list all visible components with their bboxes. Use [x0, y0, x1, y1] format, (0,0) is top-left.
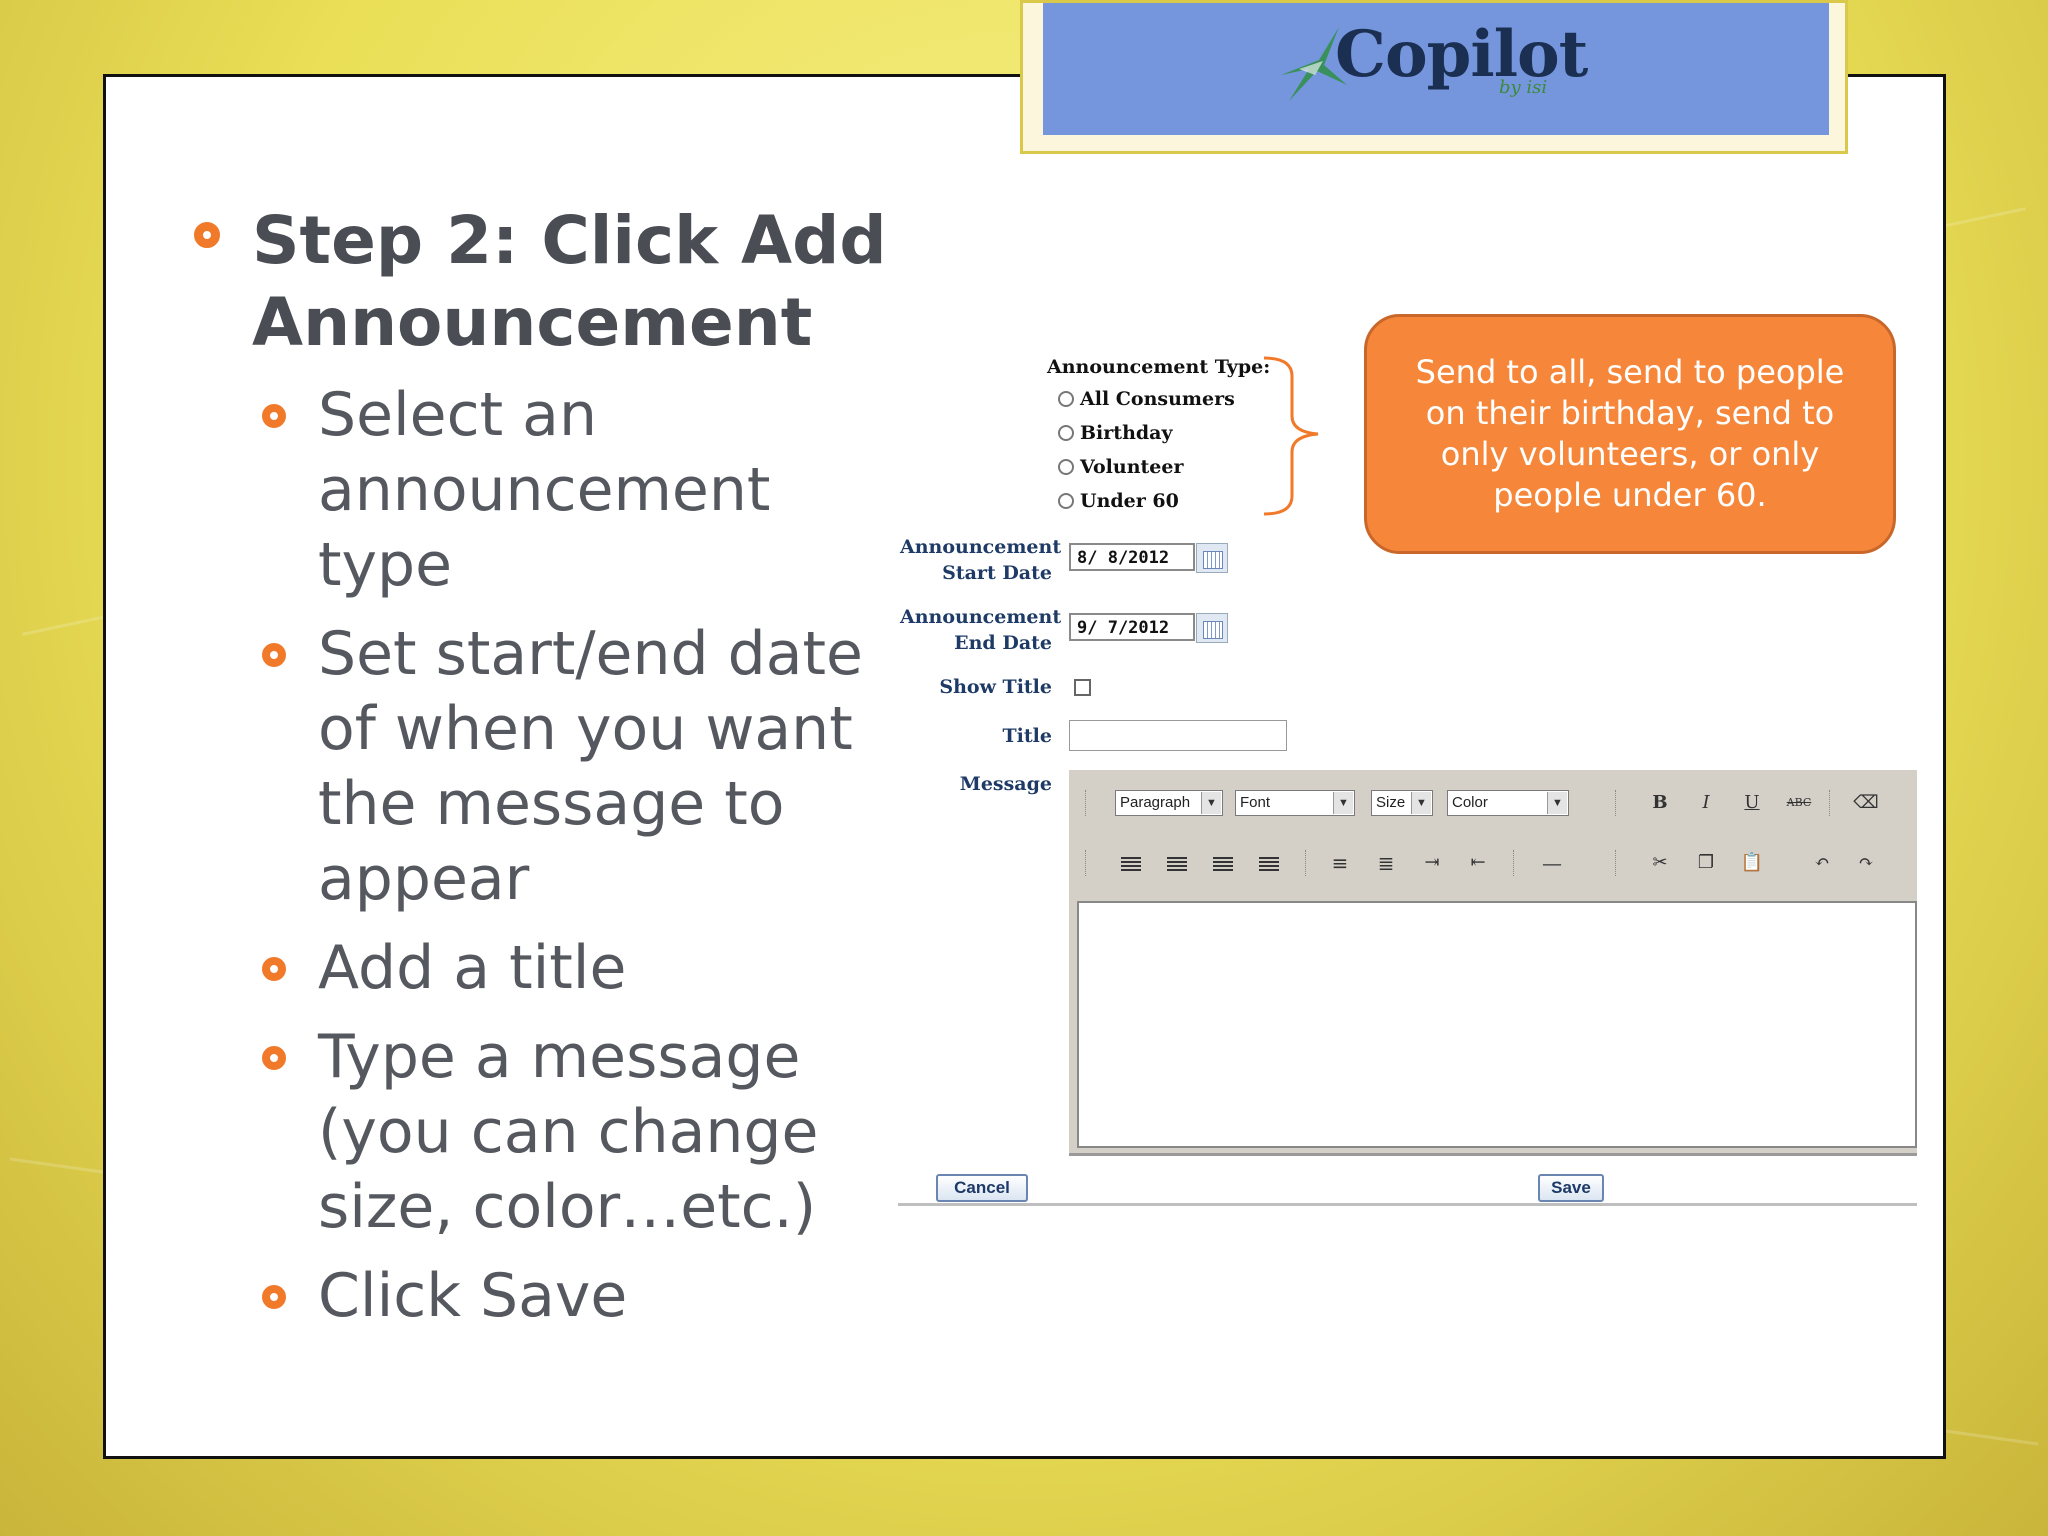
radio-icon[interactable] [1058, 493, 1074, 509]
message-label: Message [959, 773, 1052, 795]
outdent-icon[interactable]: ⇤ [1465, 850, 1491, 876]
title-label: Title [1002, 725, 1052, 747]
radio-volunteer[interactable]: Volunteer [1058, 456, 1183, 478]
numbered-list-icon[interactable]: ≣ [1373, 850, 1399, 876]
radio-label: Birthday [1080, 422, 1173, 444]
callout-text: Send to all, send to people on their bir… [1415, 353, 1845, 514]
eraser-icon[interactable]: ⌫ [1853, 790, 1879, 816]
start-date-input[interactable]: 8/ 8/2012 [1069, 543, 1195, 571]
radio-label: Volunteer [1080, 456, 1184, 478]
announcement-type-label: Announcement Type: [1047, 356, 1271, 378]
radio-under-60[interactable]: Under 60 [1058, 490, 1179, 512]
select-value: Color [1452, 794, 1488, 811]
size-select[interactable]: Size ▼ [1371, 790, 1433, 816]
toolbar-separator [1513, 850, 1516, 876]
chevron-down-icon: ▼ [1547, 792, 1567, 814]
message-editor: Paragraph ▼ Font ▼ Size ▼ Color ▼ B I U ABC … [1069, 770, 1917, 1156]
calendar-grid-icon [1203, 621, 1223, 639]
chevron-down-icon: ▼ [1333, 792, 1353, 814]
start-calendar-icon[interactable] [1196, 543, 1228, 573]
label-line: Start Date [942, 562, 1052, 584]
announcement-form: Announcement Type: All Consumers Birthda… [0, 0, 2048, 1536]
italic-button[interactable]: I [1693, 790, 1719, 816]
radio-icon[interactable] [1058, 459, 1074, 475]
select-value: Paragraph [1120, 794, 1191, 811]
chevron-down-icon: ▼ [1411, 792, 1431, 814]
show-title-checkbox[interactable] [1074, 679, 1091, 696]
underline-button[interactable]: U [1739, 790, 1765, 816]
radio-all-consumers[interactable]: All Consumers [1058, 388, 1235, 410]
align-justify-icon[interactable] [1259, 857, 1279, 871]
horizontal-rule-icon[interactable]: — [1539, 850, 1565, 876]
radio-label: Under 60 [1080, 490, 1179, 512]
radio-icon[interactable] [1058, 391, 1074, 407]
font-select[interactable]: Font ▼ [1235, 790, 1355, 816]
radio-icon[interactable] [1058, 425, 1074, 441]
toolbar-separator [1615, 790, 1618, 816]
toolbar-separator [1829, 790, 1832, 816]
select-value: Size [1376, 794, 1406, 811]
bold-button[interactable]: B [1647, 790, 1673, 816]
end-date-input[interactable]: 9/ 7/2012 [1069, 613, 1195, 641]
select-value: Font [1240, 794, 1271, 811]
label-line: Announcement [900, 536, 1062, 558]
toolbar-separator [1615, 850, 1618, 876]
indent-icon[interactable]: ⇥ [1419, 850, 1445, 876]
start-date-label: Announcement Start Date [900, 534, 1062, 586]
align-left-icon[interactable] [1121, 857, 1141, 871]
toolbar-separator [1305, 850, 1308, 876]
cut-icon[interactable]: ✂ [1647, 850, 1673, 876]
paste-icon[interactable]: 📋 [1739, 850, 1765, 876]
save-button[interactable]: Save [1538, 1174, 1604, 1202]
redo-icon[interactable]: ↷ [1853, 850, 1879, 876]
show-title-label: Show Title [939, 676, 1052, 698]
undo-icon[interactable]: ↶ [1809, 850, 1835, 876]
paragraph-select[interactable]: Paragraph ▼ [1115, 790, 1223, 816]
align-right-icon[interactable] [1167, 857, 1187, 871]
brace-connector [1263, 356, 1319, 516]
end-date-label: Announcement End Date [900, 604, 1062, 656]
callout-note: Send to all, send to people on their bir… [1364, 314, 1896, 554]
toolbar-grip [1085, 850, 1088, 876]
label-line: End Date [954, 632, 1052, 654]
bullet-list-icon[interactable]: ≡ [1327, 850, 1353, 876]
end-calendar-icon[interactable] [1196, 613, 1228, 643]
color-select[interactable]: Color ▼ [1447, 790, 1569, 816]
copy-icon[interactable]: ❐ [1693, 850, 1719, 876]
strikethrough-button[interactable]: ABC [1783, 790, 1815, 816]
chevron-down-icon: ▼ [1201, 792, 1221, 814]
toolbar-grip [1085, 790, 1088, 816]
calendar-grid-icon [1203, 551, 1223, 569]
label-line: Announcement [900, 606, 1062, 628]
cancel-button[interactable]: Cancel [936, 1174, 1028, 1202]
align-center-icon[interactable] [1213, 857, 1233, 871]
form-divider [898, 1203, 1917, 1206]
title-input[interactable] [1069, 720, 1287, 751]
message-textarea[interactable] [1077, 901, 1917, 1148]
radio-label: All Consumers [1080, 388, 1235, 410]
radio-birthday[interactable]: Birthday [1058, 422, 1173, 444]
